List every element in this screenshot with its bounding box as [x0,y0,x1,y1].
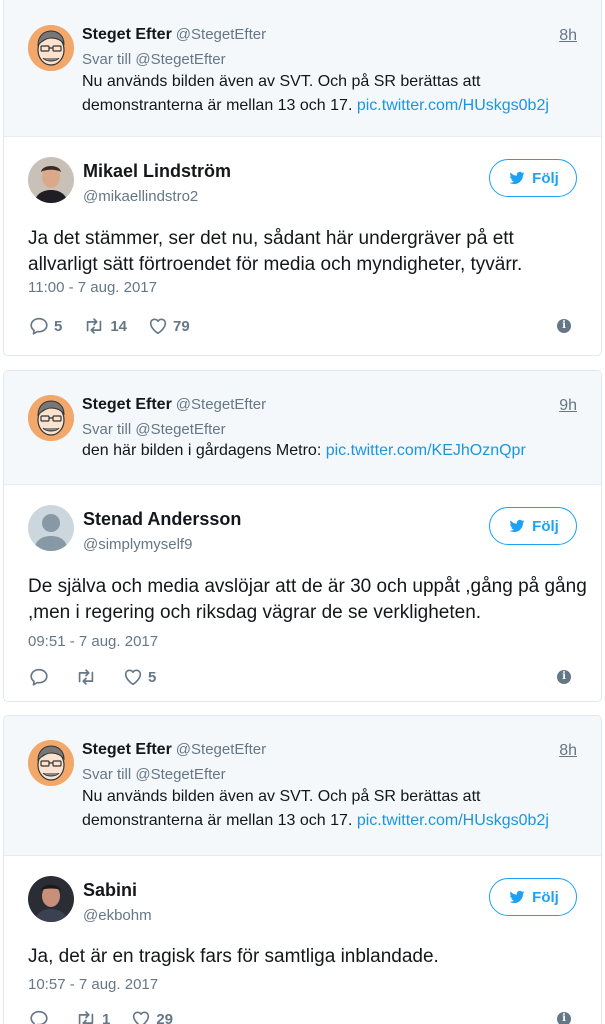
info-icon[interactable]: i [557,670,571,684]
parent-author[interactable]: Steget Efter @StegetEfter [82,741,266,759]
tweet-card: Steget Efter @StegetEfter 8h Svar till @S… [3,715,602,1024]
retweet-button[interactable] [74,666,102,688]
parent-timestamp[interactable]: 8h [559,742,577,760]
like-count: 5 [148,668,157,686]
tweet-actions: 5 14 79 [28,315,210,337]
avatar[interactable] [28,25,74,71]
twitter-bird-icon [507,517,527,535]
reply-button[interactable] [28,1008,54,1024]
follow-label: Följ [532,517,559,535]
like-count: 29 [156,1010,174,1024]
reply-icon [28,666,50,688]
heart-icon [122,666,144,688]
parent-tweet-text: Nu används bilden även av SVT. Och på SR… [82,785,587,833]
like-count: 79 [173,317,190,335]
avatar[interactable] [28,157,74,203]
parent-author-handle[interactable]: @StegetEfter [176,26,266,43]
parent-author[interactable]: Steget Efter @StegetEfter [82,26,266,44]
tweet-timestamp[interactable]: 11:00 - 7 aug. 2017 [28,279,157,296]
tweet-text: De själva och media avslöjar att de är 3… [28,576,587,623]
author-name[interactable]: Sabini [83,880,137,901]
default-avatar[interactable] [28,505,74,551]
follow-button[interactable]: Följ [489,159,577,197]
tweet-text: Ja, det är en tragisk fars för samtliga … [28,946,439,967]
twitter-bird-icon [507,169,527,187]
parent-author-handle[interactable]: @StegetEfter [176,741,266,758]
retweet-icon [74,666,98,688]
retweet-count: 14 [110,317,128,335]
avatar[interactable] [28,395,74,441]
parent-timestamp[interactable]: 8h [559,27,577,45]
parent-author-handle[interactable]: @StegetEfter [176,396,266,413]
avatar[interactable] [28,876,74,922]
pic-link[interactable]: pic.twitter.com/HUskgs0b2j [357,812,549,829]
parent-author-name[interactable]: Steget Efter [82,26,172,43]
parent-tweet-text: Nu används bilden även av SVT. Och på SR… [82,70,587,118]
follow-label: Följ [532,169,559,187]
retweet-icon [74,1008,98,1024]
tweet-card: Steget Efter @StegetEfter 8h Svar till @S… [3,0,602,356]
parent-author[interactable]: Steget Efter @StegetEfter [82,396,266,414]
like-button[interactable]: 5 [122,666,156,688]
reply-count: 5 [54,317,63,335]
follow-button[interactable]: Följ [489,878,577,916]
reply-to-label: Svar till @StegetEfter [82,421,226,438]
tweet-text: Ja det stämmer, ser det nu, sådant här u… [28,228,523,275]
tweet-timestamp[interactable]: 10:57 - 7 aug. 2017 [28,976,158,993]
parent-author-name[interactable]: Steget Efter [82,741,172,758]
follow-button[interactable]: Följ [489,507,577,545]
author-handle[interactable]: @mikaellindstro2 [83,188,198,205]
reply-button[interactable]: 5 [28,315,62,337]
retweet-button[interactable]: 14 [82,315,127,337]
parent-tweet[interactable]: Steget Efter @StegetEfter 8h Svar till @S… [4,0,601,137]
author-name[interactable]: Mikael Lindström [83,161,231,182]
author-handle[interactable]: @simplymyself9 [83,536,192,553]
retweet-icon [82,315,106,337]
reply-to-label: Svar till @StegetEfter [82,766,226,783]
parent-text: den här bilden i gårdagens Metro: [82,442,322,459]
retweet-count: 1 [102,1010,111,1024]
reply-icon [28,315,50,337]
author-handle[interactable]: @ekbohm [83,907,152,924]
parent-tweet[interactable]: Steget Efter @StegetEfter 8h Svar till @S… [4,716,601,856]
info-icon[interactable]: i [557,319,571,333]
follow-label: Följ [532,888,559,906]
parent-tweet-text: den här bilden i gårdagens Metro: pic.tw… [82,439,587,463]
parent-author-name[interactable]: Steget Efter [82,396,172,413]
pic-link[interactable]: pic.twitter.com/HUskgs0b2j [357,97,549,114]
parent-timestamp[interactable]: 9h [559,397,577,415]
like-button[interactable]: 29 [130,1008,173,1024]
reply-icon [28,1008,50,1024]
heart-icon [130,1008,152,1024]
avatar[interactable] [28,740,74,786]
reply-to-label: Svar till @StegetEfter [82,51,226,68]
tweet-card: Steget Efter @StegetEfter 9h Svar till @S… [3,370,602,702]
reply-button[interactable] [28,666,54,688]
retweet-button[interactable]: 1 [74,1008,110,1024]
info-icon[interactable]: i [557,1012,571,1024]
author-name[interactable]: Stenad Andersson [83,509,241,530]
tweet-timestamp[interactable]: 09:51 - 7 aug. 2017 [28,633,158,650]
like-button[interactable]: 79 [147,315,190,337]
parent-tweet[interactable]: Steget Efter @StegetEfter 9h Svar till @S… [4,371,601,485]
pic-link[interactable]: pic.twitter.com/KEJhOznQpr [326,442,526,459]
tweet-actions: 5 [28,666,176,688]
tweet-actions: 1 29 [28,1008,193,1024]
heart-icon [147,315,169,337]
twitter-bird-icon [507,888,527,906]
